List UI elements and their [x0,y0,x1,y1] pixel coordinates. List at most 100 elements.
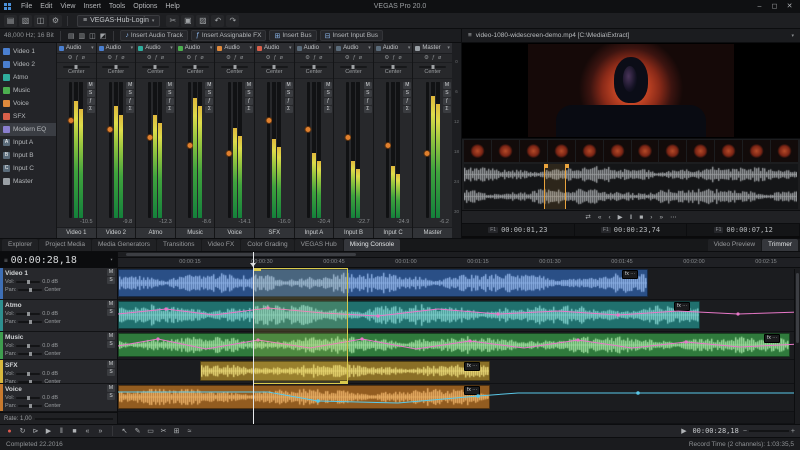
clip-fx-button[interactable]: fx ⋯ [674,302,690,311]
strip-fx-button[interactable]: ƒ [443,98,451,105]
strip-type-dropdown[interactable]: Master▾ [413,43,452,54]
tab-color-grading[interactable]: Color Grading [241,239,293,251]
frame-back-button[interactable]: ‹ [608,214,610,221]
routing-button[interactable]: Σ [245,106,253,113]
strip-fx-icon[interactable]: ƒ [432,55,435,61]
trimmer-out-marker[interactable] [565,164,566,209]
solo-button[interactable]: S [107,341,115,348]
playback-rate-control[interactable]: Rate: 1,00 [0,412,117,424]
solo-button[interactable]: S [324,90,332,97]
track-header-music[interactable]: MusicVol:0.0 dBPan:CenterMS [0,332,117,360]
mixer-channel-modern-eq[interactable]: Modern EQ [0,123,56,136]
audio-clip-video-1[interactable] [118,269,648,297]
routing-button[interactable]: Σ [87,106,95,113]
volume-fader[interactable] [426,82,429,218]
strip-fx-icon[interactable]: ƒ [392,55,395,61]
tab-trimmer[interactable]: Trimmer [762,239,798,251]
open-project-icon[interactable]: ▧ [19,15,32,27]
volume-fader[interactable] [148,82,151,218]
routing-button[interactable]: Σ [443,106,451,113]
strip-fx-button[interactable]: ƒ [285,98,293,105]
trimmer-waveform[interactable] [464,164,798,209]
strip-phase-icon[interactable]: ø [319,55,322,61]
strip-gear-icon[interactable]: ⚙ [226,55,231,61]
track-header-video-1[interactable]: Video 1Vol:0.0 dBPan:CenterMS [0,268,117,300]
mute-button[interactable]: M [285,82,293,89]
mute-button[interactable]: M [205,82,213,89]
mute-button[interactable]: M [324,82,332,89]
routing-button[interactable]: Σ [403,106,411,113]
strip-fx-button[interactable]: ƒ [324,98,332,105]
button-insert-assignable-fx[interactable]: ƒInsert Assignable FX [191,30,267,41]
volume-fader[interactable] [188,82,191,218]
strip-gear-icon[interactable]: ⚙ [305,55,310,61]
frame-forward-button[interactable]: › [650,214,652,221]
strip-gear-icon[interactable]: ⚙ [384,55,389,61]
volume-slider[interactable] [16,397,40,399]
play-from-start-button[interactable]: ⊳ [31,427,40,435]
strip-type-dropdown[interactable]: Audio▾ [295,43,334,54]
undo-icon[interactable]: ↶ [211,15,224,27]
strip-fx-button[interactable]: ƒ [126,98,134,105]
strip-type-dropdown[interactable]: Audio▾ [215,43,254,54]
strip-fx-icon[interactable]: ƒ [234,55,237,61]
solo-button[interactable]: S [166,90,174,97]
pan-slider[interactable] [18,405,42,407]
fader-handle[interactable] [344,134,351,141]
strip-width-icon[interactable]: ▥ [78,32,87,40]
new-project-icon[interactable]: ▤ [4,15,17,27]
mute-button[interactable]: M [107,269,115,276]
strip-phase-icon[interactable]: ø [359,55,362,61]
volume-fader[interactable] [228,82,231,218]
solo-button[interactable]: S [403,90,411,97]
fader-handle[interactable] [384,142,391,149]
strip-fx-button[interactable]: ƒ [166,98,174,105]
routing-button[interactable]: Σ [285,106,293,113]
stop-button[interactable]: ■ [639,214,643,221]
tab-video-preview[interactable]: Video Preview [708,239,761,251]
mixer-channel-input-b[interactable]: BInput B [0,149,56,162]
trimmer-in-marker[interactable] [544,164,545,209]
strip-type-dropdown[interactable]: Audio▾ [176,43,215,54]
strip-fx-icon[interactable]: ƒ [155,55,158,61]
audio-clip-atmo[interactable] [118,301,700,329]
mute-button[interactable]: M [166,82,174,89]
menu-insert[interactable]: Insert [79,0,105,13]
strip-phase-icon[interactable]: ø [240,55,243,61]
tab-project-media[interactable]: Project Media [39,239,91,251]
track-header-sfx[interactable]: SFXVol:0.0 dBPan:CenterMS [0,360,117,384]
volume-fader[interactable] [307,82,310,218]
tab-explorer[interactable]: Explorer [2,239,38,251]
pan-slider[interactable] [300,66,327,68]
solo-button[interactable]: S [285,90,293,97]
button-insert-bus[interactable]: ⊞Insert Bus [269,30,316,41]
strip-gear-icon[interactable]: ⚙ [147,55,152,61]
strip-fx-button[interactable]: ƒ [245,98,253,105]
tab-mixing-console[interactable]: Mixing Console [344,239,400,251]
mute-button[interactable]: M [107,333,115,340]
track-header-atmo[interactable]: AtmoVol:0.0 dBPan:CenterMS [0,300,117,332]
stop-button[interactable]: ■ [70,428,79,435]
fader-handle[interactable] [424,150,431,157]
vscrollbar-handle[interactable] [796,273,799,343]
selection-edit-tool[interactable]: ▭ [146,427,155,435]
pan-slider[interactable] [419,66,446,68]
maximize-button[interactable]: ◻ [767,0,782,13]
pan-slider[interactable] [102,66,129,68]
routing-button[interactable]: Σ [364,106,372,113]
envelope-edit-tool[interactable]: ✎ [133,427,142,435]
mixer-channel-video-2[interactable]: Video 2 [0,58,56,71]
record-button[interactable]: ● [5,428,14,435]
pan-control[interactable]: Center [136,63,175,79]
volume-fader[interactable] [69,82,72,218]
strip-fx-icon[interactable]: ƒ [115,55,118,61]
zoom-out-button[interactable]: − [743,428,747,435]
solo-button[interactable]: S [107,277,115,284]
mixer-channel-atmo[interactable]: Atmo [0,71,56,84]
strip-type-dropdown[interactable]: Audio▾ [57,43,96,54]
strip-fx-button[interactable]: ƒ [364,98,372,105]
solo-button[interactable]: S [126,90,134,97]
fader-handle[interactable] [305,126,312,133]
go-to-start-button[interactable]: « [83,428,92,435]
strip-fx-button[interactable]: ƒ [403,98,411,105]
